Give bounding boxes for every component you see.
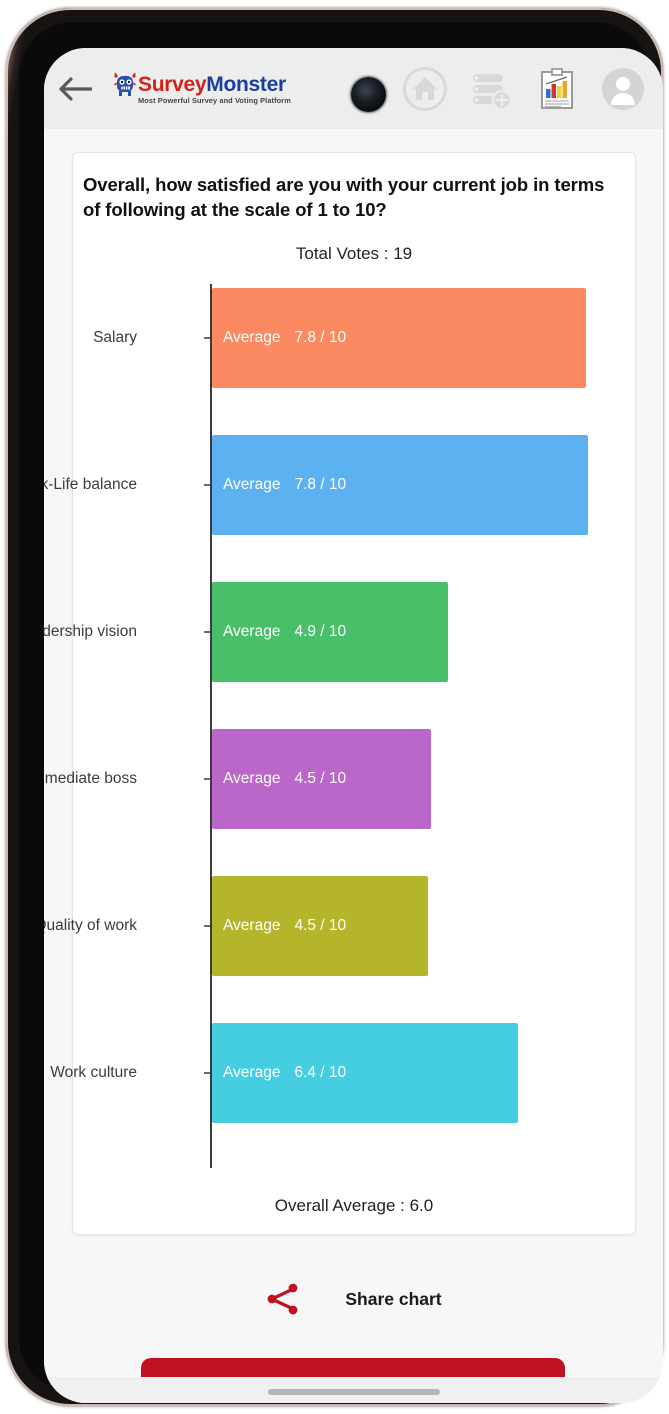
results-chart-icon	[541, 67, 573, 109]
axis-tick	[204, 484, 210, 487]
bar-label: Quality of work	[44, 917, 137, 935]
bar-average-value: 6.4 / 10	[294, 1064, 347, 1082]
table-row[interactable]: Average 4.9 / 10	[212, 582, 448, 683]
bar-label: Work culture	[50, 1064, 137, 1082]
bar-average-value: 7.8 / 10	[294, 329, 347, 347]
bar-value-text: Average 4.9 / 10	[212, 623, 346, 641]
monster-mascot-icon	[114, 72, 136, 96]
chart-bar-row: Work-Life balance Average 7.8 / 10	[44, 435, 635, 536]
home-icon	[403, 66, 447, 111]
bar-average-word: Average	[223, 329, 281, 347]
share-chart-button[interactable]: Share chart	[44, 1269, 663, 1329]
axis-tick	[204, 925, 210, 928]
bar-average-word: Average	[223, 770, 281, 788]
table-row[interactable]: Average 6.4 / 10	[212, 1023, 518, 1124]
overall-average-label: Overall Average : 6.0	[274, 1196, 434, 1215]
axis-tick	[204, 337, 210, 340]
bar-label: Salary	[93, 329, 137, 347]
bar-value-text: Average 6.4 / 10	[212, 1064, 346, 1082]
chart-bar-row: Immediate boss Average 4.5 / 10	[44, 729, 635, 830]
home-icon-button[interactable]	[403, 66, 447, 111]
bar-average-word: Average	[223, 476, 281, 494]
back-button[interactable]	[44, 48, 106, 129]
add-survey-icon-button[interactable]	[469, 67, 513, 111]
logo-text-survey: Survey	[138, 73, 207, 96]
share-chart-label: Share chart	[345, 1288, 442, 1309]
bar-average-word: Average	[223, 917, 281, 935]
table-row[interactable]: Average 7.8 / 10	[212, 288, 586, 389]
user-profile-icon-button[interactable]	[601, 67, 645, 111]
phone-screen: SurveyMonster Most Powerful Survey and V…	[44, 48, 663, 1403]
header-icon-group	[403, 66, 663, 111]
bar-value-text: Average 4.5 / 10	[212, 917, 346, 935]
app-logo[interactable]: SurveyMonster Most Powerful Survey and V…	[114, 72, 291, 105]
page-content: Overall, how satisfied are you with your…	[44, 129, 663, 1403]
bar-average-value: 4.5 / 10	[294, 770, 347, 788]
phone-frame: SurveyMonster Most Powerful Survey and V…	[6, 8, 663, 1406]
add-survey-icon	[473, 73, 513, 110]
survey-question: Overall, how satisfied are you with your…	[83, 174, 605, 220]
logo-tagline: Most Powerful Survey and Voting Platform	[138, 96, 291, 105]
bar-average-word: Average	[223, 623, 281, 641]
chart-bar-row: Work culture Average 6.4 / 10	[50, 1023, 635, 1124]
chart-bar-row: Leadership vision Average 4.9 / 10	[44, 582, 635, 683]
bar-average-value: 4.5 / 10	[294, 917, 347, 935]
phone-bezel: SurveyMonster Most Powerful Survey and V…	[19, 22, 663, 1403]
axis-tick	[204, 1072, 210, 1075]
table-row[interactable]: Average 7.8 / 10	[212, 435, 588, 536]
logo-text-monster: Monster	[206, 73, 286, 96]
chart-bar-row: Salary Average 7.8 / 10	[73, 288, 635, 389]
bar-value-text: Average 4.5 / 10	[212, 770, 346, 788]
gesture-home-indicator[interactable]	[267, 1389, 440, 1395]
back-arrow-icon	[59, 76, 92, 101]
axis-tick	[204, 778, 210, 781]
bar-average-value: 7.8 / 10	[294, 476, 347, 494]
bar-average-value: 4.9 / 10	[294, 623, 347, 641]
results-chart-icon-button[interactable]	[535, 67, 579, 111]
bar-value-text: Average 7.8 / 10	[212, 329, 346, 347]
chart-bar-row: Quality of work Average 4.5 / 10	[44, 876, 635, 977]
bar-label: Immediate boss	[44, 770, 137, 788]
survey-result-card: Overall, how satisfied are you with your…	[44, 152, 636, 1235]
bar-value-text: Average 7.8 / 10	[212, 476, 346, 494]
bar-average-word: Average	[223, 1064, 281, 1082]
table-row[interactable]: Average 4.5 / 10	[212, 876, 428, 977]
share-icon	[267, 1283, 298, 1315]
user-profile-icon	[602, 67, 644, 110]
front-camera	[351, 77, 386, 112]
bar-label: Leadership vision	[44, 623, 137, 641]
bar-label: Work-Life balance	[44, 476, 137, 494]
axis-tick	[204, 631, 210, 634]
horizontal-bar-chart: Salary Average 7.8 / 10 Work-Life balance	[44, 282, 635, 1170]
table-row[interactable]: Average 4.5 / 10	[212, 729, 431, 830]
total-votes-label: Total Votes : 19	[295, 244, 413, 264]
